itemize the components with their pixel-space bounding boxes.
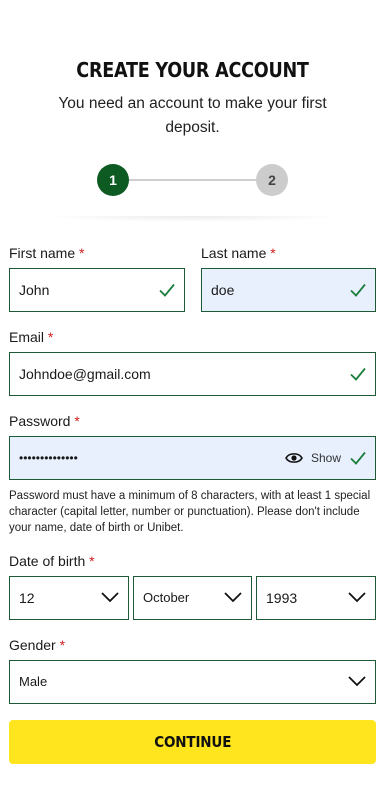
chevron-down-icon <box>348 676 366 687</box>
password-field[interactable]: •••••••••••••• Show <box>9 436 376 480</box>
dob-label: Date of birth * <box>9 553 95 569</box>
check-icon <box>350 283 366 297</box>
dob-year-select[interactable]: 1993 <box>256 576 376 620</box>
chevron-down-icon <box>101 592 119 603</box>
show-password-toggle[interactable]: Show <box>311 437 341 479</box>
dob-month-select[interactable]: October <box>133 576 252 620</box>
required-marker: * <box>47 329 54 345</box>
last-name-label-text: Last name <box>201 245 267 261</box>
eye-icon[interactable] <box>285 450 303 466</box>
gender-select[interactable]: Male <box>9 660 376 704</box>
first-name-label-text: First name <box>9 245 76 261</box>
dob-day-value: 12 <box>19 590 35 606</box>
password-label: Password * <box>9 413 80 429</box>
gender-label: Gender * <box>9 637 65 653</box>
email-label-text: Email <box>9 329 45 345</box>
required-marker: * <box>74 413 80 429</box>
gender-label-text: Gender <box>9 637 56 653</box>
continue-button-label: CONTINUE <box>154 733 231 751</box>
header-divider <box>40 216 345 222</box>
password-value: •••••••••••••• <box>19 451 78 465</box>
dob-label-text: Date of birth <box>9 553 86 569</box>
email-value: Johndoe@gmail.com <box>19 366 151 382</box>
required-marker: * <box>270 245 276 261</box>
chevron-down-icon <box>224 592 242 603</box>
dob-year-value: 1993 <box>266 590 298 606</box>
last-name-value: doe <box>211 282 235 298</box>
email-field[interactable]: Johndoe@gmail.com <box>9 352 376 396</box>
continue-button[interactable]: CONTINUE <box>9 720 376 764</box>
email-label: Email * <box>9 329 53 345</box>
step-2-indicator: 2 <box>256 164 288 196</box>
required-marker: * <box>59 637 66 653</box>
password-hint: Password must have a minimum of 8 charac… <box>9 490 371 534</box>
first-name-field[interactable]: John <box>9 268 185 312</box>
gender-value: Male <box>19 674 48 689</box>
password-label-text: Password <box>9 413 71 429</box>
last-name-field[interactable]: doe <box>201 268 376 312</box>
last-name-label: Last name * <box>201 245 276 261</box>
first-name-value: John <box>19 282 50 298</box>
check-icon <box>159 283 175 297</box>
required-marker: * <box>89 553 95 569</box>
dob-day-select[interactable]: 12 <box>9 576 129 620</box>
chevron-down-icon <box>348 592 366 603</box>
step-1-indicator: 1 <box>97 164 129 196</box>
page-subtitle: You need an account to make your first d… <box>58 95 327 136</box>
stepper-line <box>113 179 273 181</box>
required-marker: * <box>79 245 85 261</box>
check-icon <box>350 367 366 381</box>
dob-month-value: October <box>143 590 190 605</box>
first-name-label: First name * <box>9 245 84 261</box>
page-title: CREATE YOUR ACCOUNT <box>76 58 309 82</box>
progress-stepper: 1 2 <box>97 164 289 196</box>
check-icon <box>350 451 366 465</box>
